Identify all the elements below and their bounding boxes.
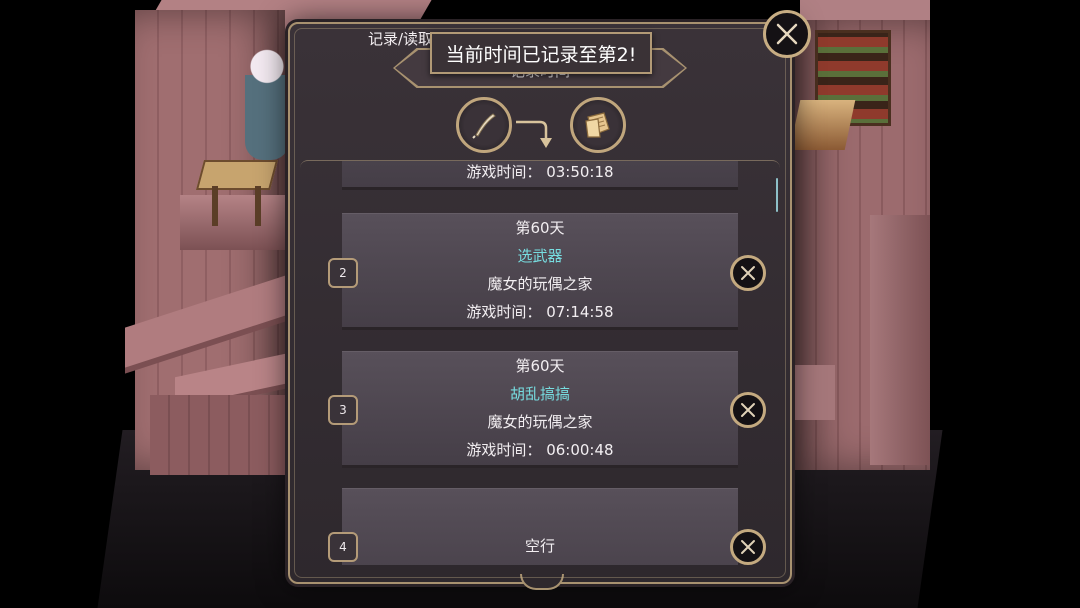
close-icon [776,23,798,45]
scene-lower-wall [150,395,290,475]
slot-number-badge: 4 [328,532,358,562]
scene-character [245,40,289,160]
slot-number-badge: 2 [328,258,358,288]
scene-desk-leg [255,186,261,226]
slot-playtime: 游戏时间： 06:00:48 [466,441,614,459]
scrollbar-thumb[interactable] [776,178,778,212]
quill-icon[interactable] [456,97,512,153]
save-slot-2[interactable]: 第60天 选武器 魔女的玩偶之家 游戏时间： 07:14:58 [342,213,738,330]
scene-desk [195,160,279,190]
save-slot-4[interactable]: 空行 [342,488,738,565]
scene-shelf-left [180,195,290,250]
scene-desk-leg [212,186,218,226]
scene-ledge-right [790,365,835,420]
slot-playtime: 游戏时间： 03:50:18 [466,163,614,181]
paper-icon[interactable] [570,97,626,153]
slot-location: 魔女的玩偶之家 [487,413,593,431]
delete-icon [741,266,755,280]
slot-playtime: 游戏时间： 07:14:58 [466,303,614,321]
save-slot-3[interactable]: 第60天 胡乱搞搞 魔女的玩偶之家 游戏时间： 06:00:48 [342,351,738,468]
dialog-tab-label: 记录/读取 [368,30,434,48]
scene-books-pile [789,100,856,150]
slot-day: 第60天 [515,357,565,375]
delete-slot-3-button[interactable] [730,392,766,428]
delete-icon [741,403,755,417]
save-load-dialog: 记录/读取 记录时间 游戏时间： 03:50:18 第60天 选武器 魔女的玩偶… [288,22,792,590]
close-dialog-button[interactable] [763,10,811,58]
scene-pillar-right [870,215,930,465]
delete-slot-2-button[interactable] [730,255,766,291]
slot-empty-label: 空行 [524,537,555,555]
save-toast-message: 当前时间已记录至第2! [430,32,652,74]
save-slot-1[interactable]: 游戏时间： 03:50:18 [342,161,738,190]
slot-day: 第60天 [515,219,565,237]
slot-number-badge: 3 [328,395,358,425]
delete-slot-4-button[interactable] [730,529,766,565]
slot-title: 胡乱搞搞 [509,385,570,403]
delete-icon [741,540,755,554]
slot-location: 魔女的玩偶之家 [487,275,593,293]
slot-title: 选武器 [517,247,563,265]
arrow-down-right-icon [516,120,552,148]
save-slot-list[interactable]: 游戏时间： 03:50:18 第60天 选武器 魔女的玩偶之家 游戏时间： 07… [300,160,780,565]
